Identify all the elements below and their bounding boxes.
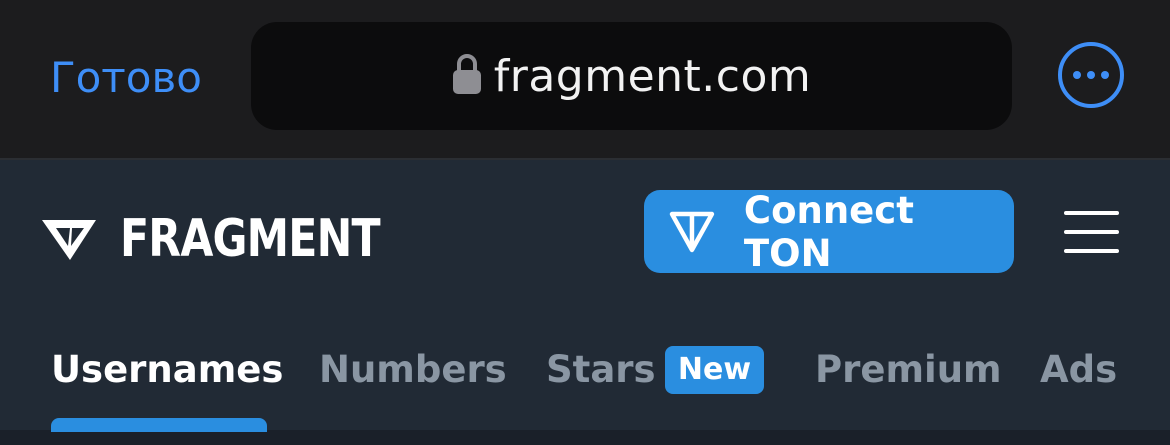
connect-ton-button[interactable]: Connect TON xyxy=(644,188,1014,275)
ellipsis-dot xyxy=(1073,71,1081,79)
divider xyxy=(0,430,1170,445)
new-badge: New xyxy=(665,346,764,394)
tab-numbers[interactable]: Numbers xyxy=(319,340,507,400)
done-button[interactable]: Готово xyxy=(50,48,202,108)
fragment-logo[interactable]: FRAGMENT xyxy=(40,209,437,269)
hamburger-menu-icon[interactable] xyxy=(1064,211,1119,253)
ellipsis-dot xyxy=(1101,71,1109,79)
site-header: FRAGMENT Connect TON Usernames Numbers S… xyxy=(0,160,1170,445)
connect-ton-label: Connect TON xyxy=(743,188,914,275)
fragment-logo-icon xyxy=(42,220,96,260)
ton-icon xyxy=(669,211,715,252)
brand-name: FRAGMENT xyxy=(120,209,381,269)
browser-toolbar: Готово fragment.com xyxy=(0,0,1170,160)
tab-ads[interactable]: Ads xyxy=(1040,340,1117,400)
tab-usernames[interactable]: Usernames xyxy=(51,340,283,400)
address-bar[interactable]: fragment.com xyxy=(251,22,1012,130)
url-text: fragment.com xyxy=(493,50,812,102)
active-tab-indicator xyxy=(51,418,267,432)
tab-premium[interactable]: Premium xyxy=(815,340,1002,400)
tab-stars[interactable]: Stars xyxy=(546,340,656,400)
menu-bar xyxy=(1064,249,1119,253)
menu-bar xyxy=(1064,230,1119,234)
section-tabs: Usernames Numbers Stars Premium Ads xyxy=(0,340,1170,400)
more-options-button[interactable] xyxy=(1058,42,1124,108)
ellipsis-dot xyxy=(1087,71,1095,79)
menu-bar xyxy=(1064,211,1119,215)
lock-icon xyxy=(452,54,481,94)
